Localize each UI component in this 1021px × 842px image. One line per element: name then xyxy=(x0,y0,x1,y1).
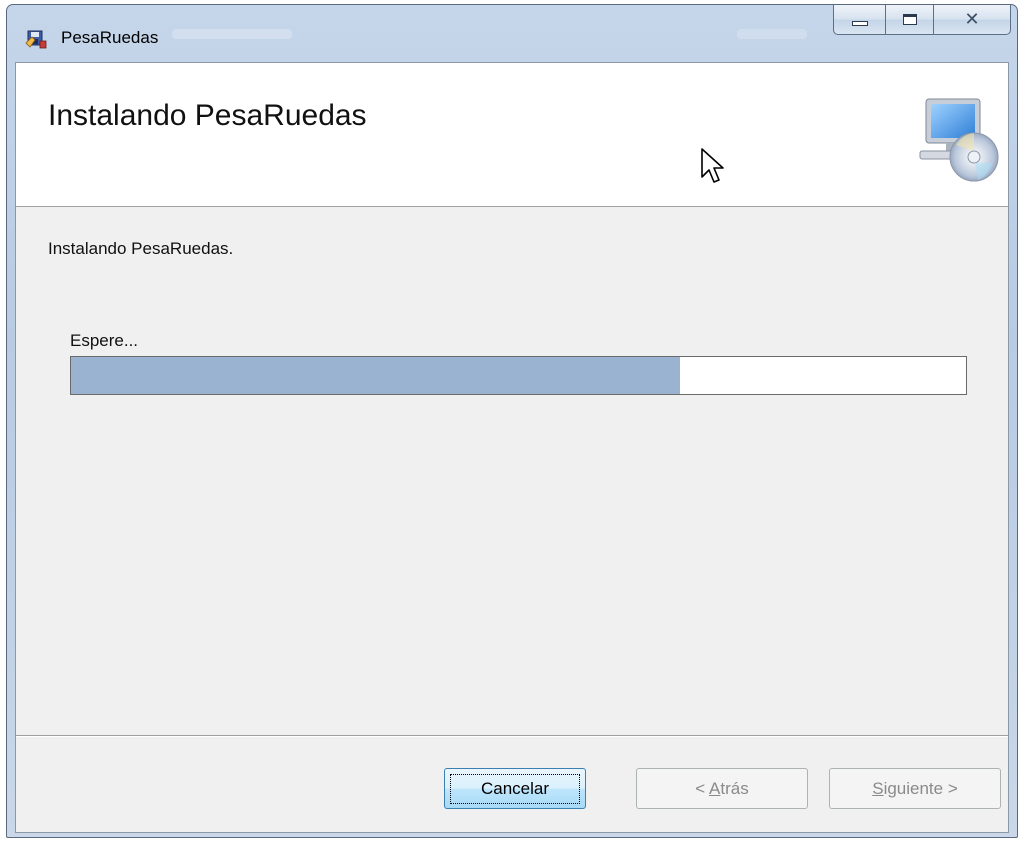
cancel-button[interactable]: Cancelar xyxy=(444,768,586,809)
minimize-icon xyxy=(851,21,868,26)
title-bar[interactable]: PesaRuedas ✕ xyxy=(7,5,1017,61)
wait-label: Espere... xyxy=(70,331,139,350)
header-banner: Instalando PesaRuedas xyxy=(16,63,1008,207)
caption-buttons: ✕ xyxy=(833,5,1011,35)
install-progress-bar xyxy=(70,356,967,395)
cancel-label: Cancelar xyxy=(449,773,581,804)
page-title: Instalando PesaRuedas xyxy=(48,99,367,132)
mouse-cursor-icon xyxy=(701,148,724,183)
dialog-client-area: Instalando PesaRuedas Instalando PesaRue… xyxy=(15,62,1009,833)
next-label: Siguiente > xyxy=(872,778,958,798)
back-button[interactable]: < Atrás xyxy=(636,768,808,809)
back-label: < Atrás xyxy=(695,778,749,798)
computer-cd-icon xyxy=(919,98,999,182)
progress-fill xyxy=(71,357,680,394)
maximize-icon xyxy=(902,14,917,25)
status-message: Instalando PesaRuedas. xyxy=(48,239,234,258)
title-bar-decoration xyxy=(737,29,807,39)
title-bar-decoration xyxy=(172,29,292,39)
installer-icon xyxy=(25,30,47,49)
installer-window: PesaRuedas ✕ Instalando PesaRuedas Insta… xyxy=(6,4,1018,838)
window-title: PesaRuedas xyxy=(61,28,159,47)
close-icon: ✕ xyxy=(964,9,980,30)
close-button[interactable]: ✕ xyxy=(933,5,1011,35)
maximize-button[interactable] xyxy=(885,5,933,35)
minimize-button[interactable] xyxy=(833,5,885,35)
footer-divider xyxy=(16,735,1008,737)
next-button[interactable]: Siguiente > xyxy=(829,768,1001,809)
